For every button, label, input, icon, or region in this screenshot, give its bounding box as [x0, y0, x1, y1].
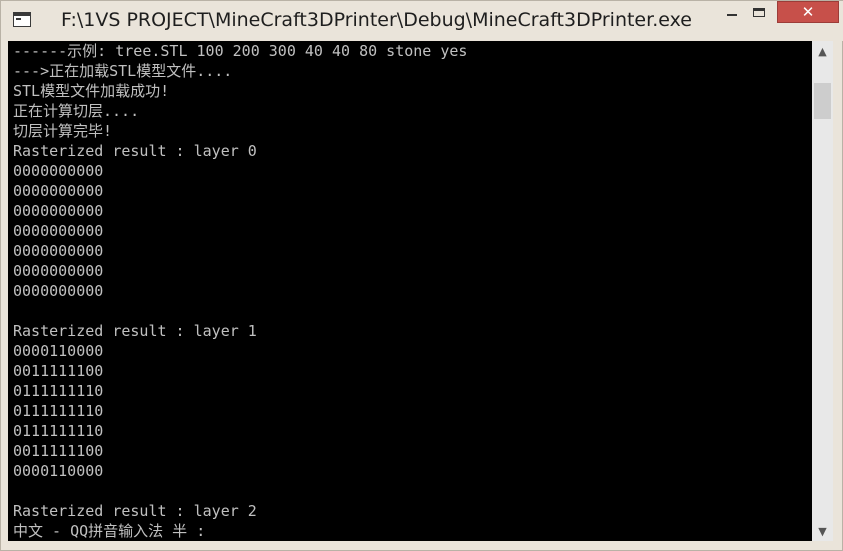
- console-line: 0111111110: [13, 402, 104, 420]
- console-app-icon[interactable]: [13, 12, 31, 27]
- console-line: --->正在加载STL模型文件....: [13, 62, 233, 80]
- console-line: 0011111100: [13, 442, 104, 460]
- maximize-icon: [753, 7, 765, 17]
- console-line: STL模型文件加载成功!: [13, 82, 170, 100]
- console-window: F:\1VS PROJECT\MineCraft3DPrinter\Debug\…: [0, 0, 843, 551]
- console-line: 0000000000: [13, 182, 104, 200]
- console-line: 正在计算切层....: [13, 102, 140, 120]
- console-line: 0000000000: [13, 242, 104, 260]
- minimize-icon: [727, 14, 737, 16]
- console-line: Rasterized result : layer 0: [13, 142, 257, 160]
- vertical-scrollbar[interactable]: ▲ ▼: [812, 41, 833, 541]
- console-line: 0000110000: [13, 342, 104, 360]
- console-line: Rasterized result : layer 1: [13, 322, 257, 340]
- console-line: 0000000000: [13, 202, 104, 220]
- console-line: 0000110000: [13, 462, 104, 480]
- console-line: 0000000000: [13, 262, 104, 280]
- console-line: 0111111110: [13, 382, 104, 400]
- console-line: Rasterized result : layer 2: [13, 502, 257, 520]
- scroll-up-arrow-icon[interactable]: ▲: [812, 41, 833, 61]
- console-line: 0000000000: [13, 162, 104, 180]
- window-title: F:\1VS PROJECT\MineCraft3DPrinter\Debug\…: [61, 9, 692, 31]
- console-line: 切层计算完毕!: [13, 122, 113, 140]
- close-button[interactable]: ✕: [777, 1, 839, 23]
- scroll-thumb[interactable]: [814, 83, 831, 119]
- title-bar[interactable]: F:\1VS PROJECT\MineCraft3DPrinter\Debug\…: [1, 1, 843, 41]
- console-line: 0000000000: [13, 222, 104, 240]
- ime-status-bar: 中文 - QQ拼音输入法 半 :: [13, 522, 206, 540]
- scroll-down-arrow-icon[interactable]: ▼: [812, 521, 833, 541]
- console-line: 0000000000: [13, 282, 104, 300]
- console-lines: ------示例: tree.STL 100 200 300 40 40 80 …: [13, 41, 467, 521]
- console-line: ------示例: tree.STL 100 200 300 40 40 80 …: [13, 42, 468, 60]
- console-output[interactable]: ------示例: tree.STL 100 200 300 40 40 80 …: [8, 41, 812, 541]
- minimize-button[interactable]: [719, 1, 745, 23]
- maximize-button[interactable]: [746, 1, 772, 23]
- close-icon: ✕: [801, 3, 815, 21]
- console-line: 0111111110: [13, 422, 104, 440]
- console-line: 0011111100: [13, 362, 104, 380]
